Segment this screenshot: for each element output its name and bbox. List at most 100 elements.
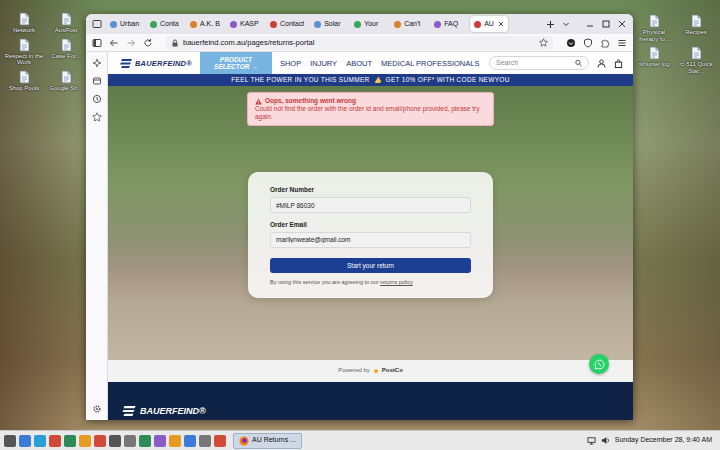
browser-tab[interactable]: AU (470, 16, 508, 32)
new-tab-icon[interactable] (543, 17, 557, 31)
desktop-icon[interactable]: AusPost (46, 12, 86, 34)
browser-tab[interactable]: FAQ (430, 16, 468, 32)
url-text[interactable]: bauerfeind.com.au/pages/returns-portal (183, 38, 535, 47)
nav-link[interactable]: SHOP (280, 59, 301, 68)
tab-bar: UrbanConta A.K. B KASP ContactSolarYourCan'… (86, 14, 633, 34)
back-arrow-icon[interactable] (107, 36, 121, 50)
app-launcher-icon[interactable] (169, 435, 181, 447)
field-input[interactable] (270, 197, 471, 213)
reload-icon[interactable] (141, 36, 155, 50)
search-box[interactable] (489, 56, 589, 70)
browser-tab[interactable]: Can't (390, 16, 428, 32)
taskbar: AU Returns ... Sunday December 28, 9:40 … (0, 430, 720, 450)
desktop-icon[interactable]: Google Sh... (46, 70, 86, 92)
browser-tab[interactable]: Conta (146, 16, 184, 32)
app-launcher-icon[interactable] (34, 435, 46, 447)
app-launcher-icon[interactable] (154, 435, 166, 447)
search-magnifier-icon[interactable] (575, 59, 582, 67)
app-launcher-icon[interactable] (199, 435, 211, 447)
cart-bag-icon[interactable] (614, 59, 623, 68)
desktop-icon[interactable]: Physical therapy fo... (634, 14, 674, 42)
desktop-icon[interactable]: Case For... (46, 38, 86, 66)
desktop-icon[interactable]: Network (4, 12, 44, 34)
tab-menu-chevron-icon[interactable] (559, 17, 573, 31)
desktop-icon[interactable]: Recipes (676, 14, 716, 42)
browser-sidebar (86, 52, 108, 420)
favicon-icon (110, 21, 117, 28)
postco-brand[interactable]: PostCo (382, 367, 403, 374)
ai-chat-icon[interactable] (92, 58, 102, 68)
desktop-icon[interactable]: Shop Pools (4, 70, 44, 92)
site-info-icon[interactable] (171, 39, 179, 47)
browser-tab[interactable]: Solar (310, 16, 348, 32)
address-bar[interactable]: bauerfeind.com.au/pages/returns-portal (166, 36, 553, 50)
bookmark-star-icon[interactable] (539, 38, 548, 47)
app-launcher-icon[interactable] (79, 435, 91, 447)
tab-label: A.K. B (200, 20, 220, 28)
nav-link[interactable]: MEDICAL PROFESSIONALS (381, 59, 480, 68)
close-window-icon[interactable] (615, 17, 629, 31)
app-launcher-icon[interactable] (109, 435, 121, 447)
app-launcher-icon[interactable] (49, 435, 61, 447)
field-label: Order Email (270, 221, 471, 229)
browser-tab[interactable]: Urban (106, 16, 144, 32)
task-title: AU Returns ... (252, 436, 296, 444)
file-icon (17, 70, 31, 84)
maximize-icon[interactable] (599, 17, 613, 31)
desktop: NetworkAusPostRespect in the WorkCase Fo… (0, 0, 720, 450)
desktop-icon[interactable]: rc-511 Quick Star... (676, 46, 716, 74)
account-user-icon[interactable] (597, 59, 606, 68)
synced-tabs-icon[interactable] (92, 76, 102, 86)
site-header: BAUERFEIND® PRODUCT SELECTOR → SHOP INJUR… (108, 52, 633, 74)
app-launcher-icon[interactable] (19, 435, 31, 447)
extensions-icon[interactable] (598, 36, 612, 50)
desktop-icon-label: Recipes (685, 29, 707, 36)
close-tab-icon[interactable] (498, 21, 504, 27)
menu-app-icon[interactable] (4, 435, 16, 447)
site-logo[interactable]: BAUERFEIND® (120, 59, 192, 68)
browser-tab[interactable]: KASP (226, 16, 264, 32)
returns-policy-link[interactable]: returns policy (380, 279, 413, 285)
footer-logo-icon (122, 406, 136, 416)
nav-toolbar: bauerfeind.com.au/pages/returns-portal (86, 34, 633, 52)
clock[interactable]: Sunday December 28, 9:40 AM (615, 436, 716, 444)
shield-icon[interactable] (581, 36, 595, 50)
app-launcher-icon[interactable] (94, 435, 106, 447)
nav-link[interactable]: ABOUT (346, 59, 372, 68)
bookmarks-star-icon[interactable] (92, 112, 102, 122)
menu-icon[interactable] (615, 36, 629, 50)
minimize-icon[interactable] (583, 17, 597, 31)
product-selector-button[interactable]: PRODUCT SELECTOR → (200, 52, 272, 74)
file-icon (59, 12, 73, 26)
browser-tab[interactable]: Your (350, 16, 388, 32)
app-launcher-icon[interactable] (139, 435, 151, 447)
web-page: BAUERFEIND® PRODUCT SELECTOR → SHOP INJUR… (108, 52, 633, 420)
desktop-icon[interactable]: Respect in the Work (4, 38, 44, 66)
tab-label: KASP (240, 20, 259, 28)
pocket-icon[interactable] (564, 36, 578, 50)
field-input[interactable] (270, 232, 471, 248)
whatsapp-chat-button[interactable] (589, 354, 609, 374)
desktop-icon[interactable]: rkhunter.log (634, 46, 674, 74)
app-launcher-icon[interactable] (124, 435, 136, 447)
browser-tab[interactable]: Contact (266, 16, 308, 32)
start-return-button[interactable]: Start your return (270, 258, 471, 273)
tab-list-icon[interactable] (90, 17, 104, 31)
app-launcher-icon[interactable] (184, 435, 196, 447)
browser-tab[interactable]: A.K. B (186, 16, 224, 32)
tab-label: FAQ (444, 20, 458, 28)
search-input[interactable] (496, 59, 571, 67)
nav-link[interactable]: INJURY (310, 59, 337, 68)
volume-tray-icon[interactable] (601, 436, 610, 445)
active-task-button[interactable]: AU Returns ... (233, 433, 302, 449)
forward-arrow-icon[interactable] (124, 36, 138, 50)
file-icon (17, 12, 31, 26)
settings-gear-icon[interactable] (92, 404, 102, 414)
sidebar-toggle-icon[interactable] (90, 36, 104, 50)
app-launcher-icon[interactable] (64, 435, 76, 447)
desktop-icons-left: NetworkAusPostRespect in the WorkCase Fo… (4, 12, 86, 91)
error-alert: Oops, something went wrong Could not fin… (247, 92, 494, 126)
app-launcher-icon[interactable] (214, 435, 226, 447)
network-tray-icon[interactable] (587, 436, 596, 445)
history-icon[interactable] (92, 94, 102, 104)
